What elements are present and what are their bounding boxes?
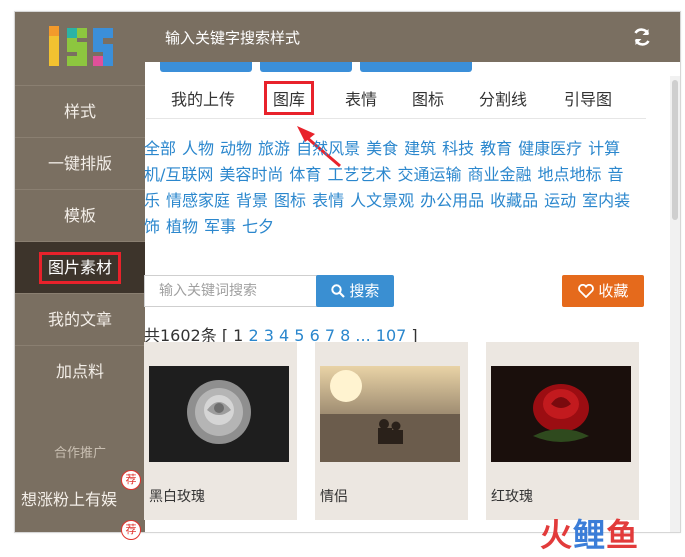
category-tag[interactable]: 交通运输 bbox=[397, 165, 461, 184]
image-card[interactable]: 黑白玫瑰 bbox=[144, 342, 297, 520]
image-caption: 红玫瑰 bbox=[491, 489, 533, 505]
sidebar-item-one-click-layout[interactable]: 一键排版 bbox=[15, 137, 145, 189]
category-tags: 全部 人物 动物 旅游 自然风景 美食 建筑 科技 教育 健康医疗 计算机/互联网 美容时尚 体育 工艺艺… bbox=[144, 136, 639, 240]
image-results: 黑白玫瑰 情侣 红玫瑰 bbox=[144, 342, 644, 520]
refresh-icon[interactable] bbox=[632, 27, 652, 47]
category-tag[interactable]: 图标 bbox=[274, 191, 306, 210]
category-tag[interactable]: 工艺艺术 bbox=[327, 165, 391, 184]
tab-dividers[interactable]: 分割线 bbox=[479, 86, 527, 110]
category-tag[interactable]: 体育 bbox=[289, 165, 321, 184]
category-tag[interactable]: 地点地标 bbox=[537, 165, 601, 184]
category-tag[interactable]: 美容时尚 bbox=[219, 165, 283, 184]
search-styles-field[interactable]: 输入关键字搜索样式 bbox=[165, 27, 300, 48]
search-icon bbox=[330, 284, 345, 298]
category-tag[interactable]: 军事 bbox=[204, 217, 236, 236]
header: 输入关键字搜索样式 bbox=[145, 12, 680, 62]
tab-guide-images[interactable]: 引导图 bbox=[564, 86, 612, 110]
watermark-char: 鱼 bbox=[606, 516, 640, 554]
sidebar-promo[interactable]: 想涨粉上有娱 bbox=[21, 486, 145, 510]
style-button-stub bbox=[360, 62, 472, 72]
style-button-stub bbox=[260, 62, 352, 72]
material-tabs: 我的上传 图库 表情 图标 分割线 引导图 bbox=[146, 81, 646, 119]
rose-bw-image bbox=[149, 366, 289, 462]
category-tag[interactable]: 情感家庭 bbox=[166, 191, 230, 210]
heart-icon bbox=[577, 283, 594, 299]
category-tag[interactable]: 七夕 bbox=[242, 217, 274, 236]
tab-icons[interactable]: 图标 bbox=[412, 86, 444, 110]
category-tag[interactable]: 运动 bbox=[544, 191, 576, 210]
image-caption: 黑白玫瑰 bbox=[149, 489, 205, 505]
red-rose-image bbox=[491, 366, 631, 462]
category-tag[interactable]: 背景 bbox=[236, 191, 268, 210]
category-tag[interactable]: 全部 bbox=[144, 139, 176, 158]
scrollbar-thumb[interactable] bbox=[672, 80, 678, 220]
watermark: 火鲤鱼 bbox=[540, 510, 639, 556]
recommend-badge: 荐 bbox=[121, 520, 141, 540]
sidebar-item-styles[interactable]: 样式 bbox=[15, 85, 145, 137]
category-tag[interactable]: 办公用品 bbox=[420, 191, 484, 210]
category-tag[interactable]: 人文景观 bbox=[350, 191, 414, 210]
watermark-char: 鲤 bbox=[573, 516, 607, 554]
sidebar-item-add-extras[interactable]: 加点料 bbox=[15, 345, 145, 397]
image-caption: 情侣 bbox=[320, 489, 348, 505]
search-row: 输入关键词搜索 搜索 收藏 bbox=[144, 275, 644, 307]
image-card[interactable]: 红玫瑰 bbox=[486, 342, 639, 520]
favorites-button[interactable]: 收藏 bbox=[562, 275, 644, 307]
scrollbar[interactable] bbox=[670, 76, 680, 532]
logo bbox=[49, 26, 113, 66]
category-tag[interactable]: 美食 bbox=[366, 139, 398, 158]
tab-gallery[interactable]: 图库 bbox=[264, 81, 315, 115]
sidebar-item-my-articles[interactable]: 我的文章 bbox=[15, 293, 145, 345]
category-tag[interactable]: 建筑 bbox=[404, 139, 436, 158]
couple-sunset-image bbox=[320, 366, 460, 462]
watermark-char: 火 bbox=[540, 516, 574, 554]
image-card[interactable]: 情侣 bbox=[315, 342, 468, 520]
category-tag[interactable]: 植物 bbox=[166, 217, 198, 236]
category-tag[interactable]: 收藏品 bbox=[490, 191, 538, 210]
category-tag[interactable]: 科技 bbox=[442, 139, 474, 158]
category-tag[interactable]: 表情 bbox=[312, 191, 344, 210]
category-tag[interactable]: 动物 bbox=[220, 139, 252, 158]
style-button-stub bbox=[160, 62, 252, 72]
category-tag[interactable]: 旅游 bbox=[258, 139, 290, 158]
recommend-badge: 荐 bbox=[121, 470, 141, 490]
tab-my-uploads[interactable]: 我的上传 bbox=[171, 86, 235, 110]
category-tag[interactable]: 教育 bbox=[480, 139, 512, 158]
category-tag[interactable]: 人物 bbox=[182, 139, 214, 158]
keyword-search-input[interactable]: 输入关键词搜索 bbox=[144, 275, 320, 307]
category-tag[interactable]: 自然风景 bbox=[296, 139, 360, 158]
tab-emoji[interactable]: 表情 bbox=[345, 86, 377, 110]
sidebar: 样式 一键排版 模板 图片素材 我的文章 加点料 合作推广 想涨粉上有娱 荐 荐 bbox=[15, 12, 145, 540]
sidebar-section-label: 合作推广 bbox=[53, 446, 106, 461]
category-tag[interactable]: 健康医疗 bbox=[518, 139, 582, 158]
sidebar-item-templates[interactable]: 模板 bbox=[15, 189, 145, 241]
sidebar-item-image-materials[interactable]: 图片素材 bbox=[15, 241, 145, 293]
search-button[interactable]: 搜索 bbox=[316, 275, 394, 307]
category-tag[interactable]: 商业金融 bbox=[467, 165, 531, 184]
